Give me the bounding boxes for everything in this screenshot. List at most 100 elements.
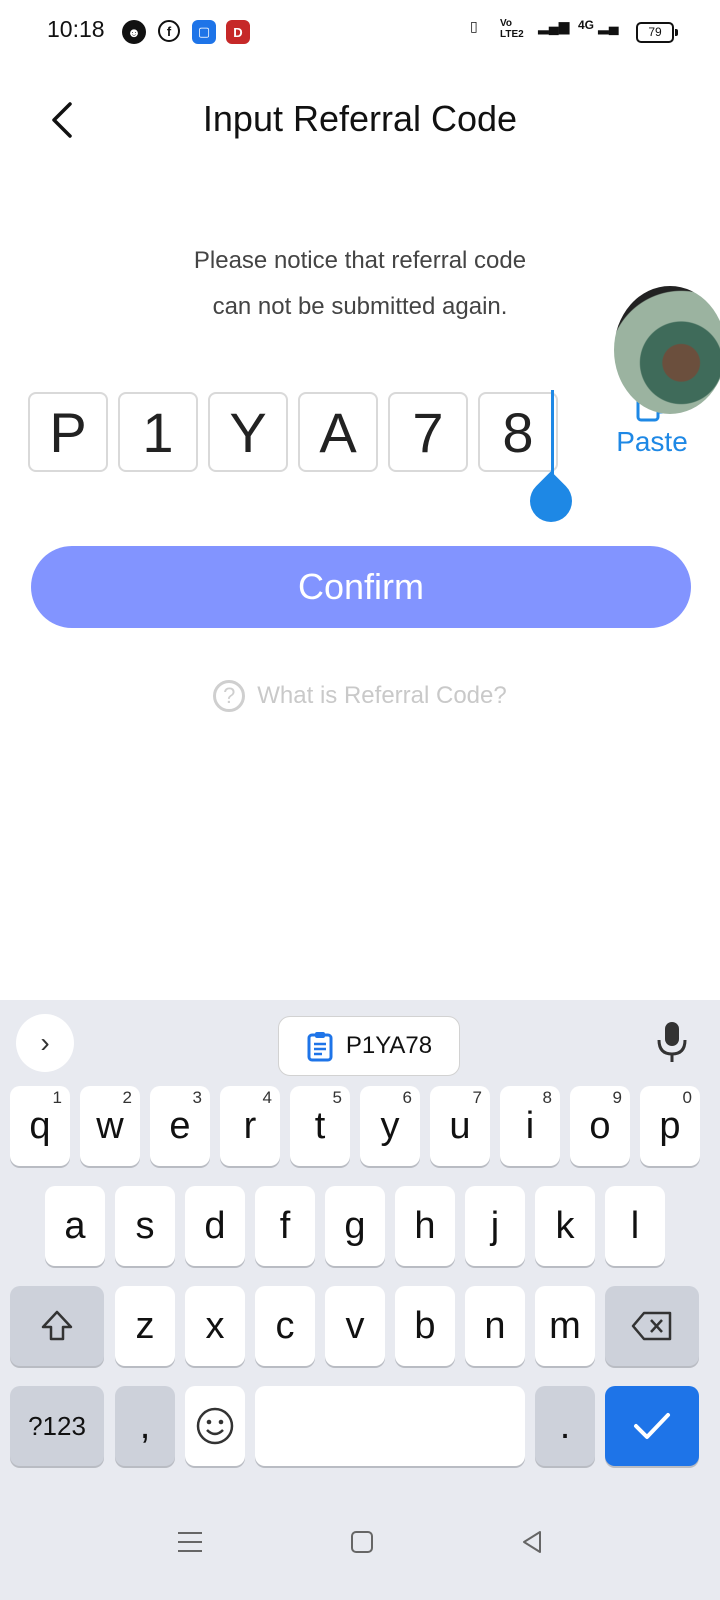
- key-n[interactable]: n: [465, 1286, 525, 1366]
- backspace-key[interactable]: [605, 1286, 699, 1366]
- key-i[interactable]: i8: [500, 1086, 560, 1166]
- key-label: i: [525, 1104, 535, 1147]
- key-label: r: [243, 1104, 257, 1147]
- key-o[interactable]: o9: [570, 1086, 630, 1166]
- done-key[interactable]: [605, 1386, 699, 1466]
- code-digit-5[interactable]: 7: [388, 392, 468, 472]
- key-label: u: [449, 1104, 471, 1147]
- emoji-icon: [196, 1407, 234, 1445]
- key-b[interactable]: b: [395, 1286, 455, 1366]
- paste-label: Paste: [616, 426, 688, 457]
- key-hint: 6: [402, 1088, 412, 1107]
- clipboard-text: P1YA78: [345, 1032, 433, 1059]
- shift-icon: [41, 1310, 73, 1341]
- key-a[interactable]: a: [45, 1186, 105, 1266]
- key-hint: 2: [122, 1088, 132, 1107]
- key-v[interactable]: v: [325, 1286, 385, 1366]
- key-hint: 3: [192, 1088, 202, 1107]
- floating-avatar[interactable]: [614, 286, 720, 414]
- shift-key[interactable]: [10, 1286, 104, 1366]
- volte-label: Vo LTE2: [500, 18, 524, 40]
- key-y[interactable]: y6: [360, 1086, 420, 1166]
- facebook-icon: f: [158, 20, 180, 42]
- code-digit-3[interactable]: Y: [208, 392, 288, 472]
- key-z[interactable]: z: [115, 1286, 175, 1366]
- space-key[interactable]: [255, 1386, 525, 1466]
- notice-line-2: can not be submitted again.: [212, 293, 508, 320]
- comma-key[interactable]: ,: [115, 1386, 175, 1466]
- back-nav-icon[interactable]: [518, 1528, 546, 1556]
- key-u[interactable]: u7: [430, 1086, 490, 1166]
- key-label: w: [96, 1104, 124, 1147]
- key-w[interactable]: w2: [80, 1086, 140, 1166]
- key-t[interactable]: t5: [290, 1086, 350, 1166]
- code-digit-4[interactable]: A: [298, 392, 378, 472]
- key-hint: 1: [52, 1088, 62, 1107]
- key-label: p: [659, 1104, 681, 1147]
- key-hint: 5: [332, 1088, 342, 1107]
- key-l[interactable]: l: [605, 1186, 665, 1266]
- app-notification-icon: ☻: [122, 20, 146, 44]
- code-digit-1[interactable]: P: [28, 392, 108, 472]
- code-digit-2[interactable]: 1: [118, 392, 198, 472]
- key-s[interactable]: s: [115, 1186, 175, 1266]
- cursor-handle[interactable]: [521, 471, 581, 531]
- network-label: 4G: [578, 18, 595, 32]
- key-m[interactable]: m: [535, 1286, 595, 1366]
- status-time: 10:18: [47, 16, 105, 42]
- key-hint: 4: [262, 1088, 272, 1107]
- referral-code-input[interactable]: P 1 Y A 7 8: [28, 392, 558, 472]
- home-icon[interactable]: [348, 1528, 376, 1556]
- key-label: e: [169, 1104, 191, 1147]
- notice-text: Please notice that referral code can not…: [0, 238, 720, 330]
- key-k[interactable]: k: [535, 1186, 595, 1266]
- status-bar: 10:18 ☻ f ▢ D ▯ Vo LTE2 ▂▄▆ 4G ▂▄ 79: [0, 0, 720, 64]
- clipboard-icon: [307, 1032, 333, 1062]
- key-f[interactable]: f: [255, 1186, 315, 1266]
- key-hint: 0: [682, 1088, 692, 1107]
- key-label: o: [589, 1104, 611, 1147]
- signal-2-icon: ▂▄: [598, 18, 619, 34]
- key-hint: 7: [472, 1088, 482, 1107]
- what-is-referral-link[interactable]: ? What is Referral Code?: [0, 680, 720, 712]
- vibrate-icon: ▯: [470, 18, 478, 34]
- clipboard-suggestion[interactable]: P1YA78: [278, 1016, 460, 1076]
- system-nav-bar: [0, 1490, 720, 1600]
- page-title: Input Referral Code: [202, 98, 518, 139]
- help-label: What is Referral Code?: [257, 682, 507, 709]
- signal-icon: ▂▄▆: [538, 18, 570, 34]
- menu-icon[interactable]: [176, 1528, 204, 1556]
- keyboard-toolbar: › P1YA78: [0, 1000, 720, 1092]
- key-r[interactable]: r4: [220, 1086, 280, 1166]
- code-digit-6[interactable]: 8: [478, 392, 558, 472]
- app-square-icon: ▢: [192, 20, 216, 44]
- confirm-button[interactable]: Confirm: [31, 546, 691, 628]
- symbols-key[interactable]: ?123: [10, 1386, 104, 1466]
- chevron-right-icon: ›: [40, 1027, 50, 1058]
- key-label: q: [29, 1104, 51, 1147]
- key-h[interactable]: h: [395, 1186, 455, 1266]
- microphone-button[interactable]: [654, 1020, 690, 1064]
- key-d[interactable]: d: [185, 1186, 245, 1266]
- emoji-key[interactable]: [185, 1386, 245, 1466]
- key-q[interactable]: q1: [10, 1086, 70, 1166]
- question-icon: ?: [213, 680, 246, 712]
- key-x[interactable]: x: [185, 1286, 245, 1366]
- key-c[interactable]: c: [255, 1286, 315, 1366]
- expand-toolbar-button[interactable]: ›: [16, 1014, 74, 1072]
- key-j[interactable]: j: [465, 1186, 525, 1266]
- key-hint: 8: [542, 1088, 552, 1107]
- period-key[interactable]: .: [535, 1386, 595, 1466]
- battery-indicator: 79: [636, 22, 678, 43]
- key-p[interactable]: p0: [640, 1086, 700, 1166]
- key-e[interactable]: e3: [150, 1086, 210, 1166]
- key-label: t: [314, 1104, 326, 1147]
- microphone-icon: [657, 1022, 687, 1062]
- notice-line-1: Please notice that referral code: [193, 247, 527, 274]
- app-d-icon: D: [226, 20, 250, 44]
- key-label: y: [380, 1104, 400, 1147]
- key-hint: 9: [612, 1088, 622, 1107]
- key-g[interactable]: g: [325, 1186, 385, 1266]
- check-icon: [634, 1413, 670, 1439]
- backspace-icon: [631, 1311, 672, 1341]
